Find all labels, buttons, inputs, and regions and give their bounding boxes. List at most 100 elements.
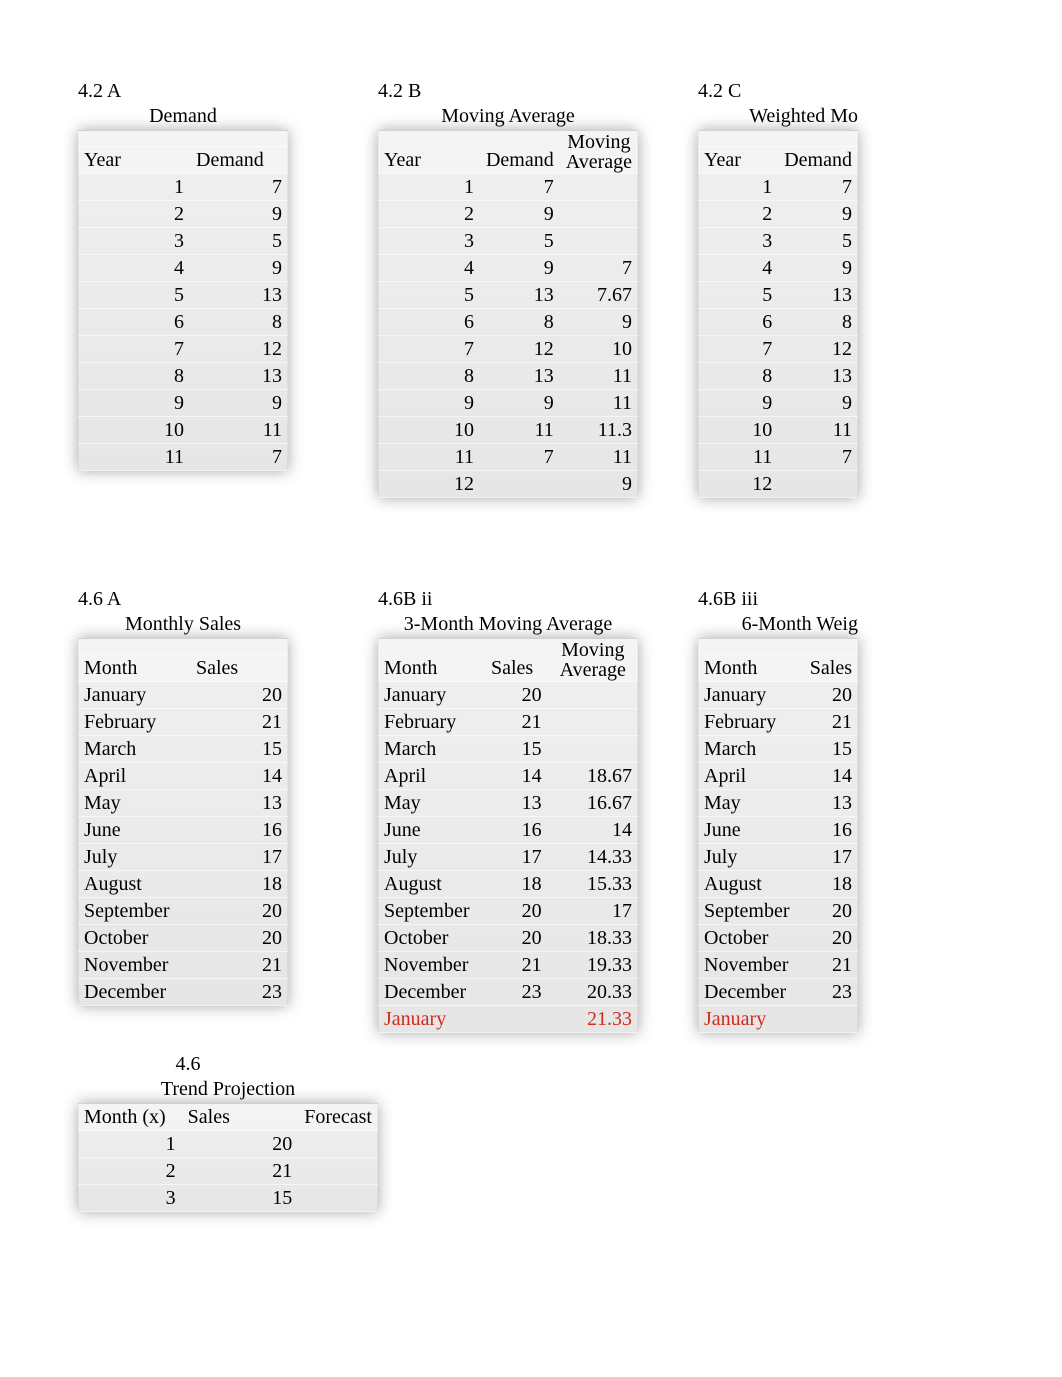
table-cell: December xyxy=(698,979,804,1006)
table-cell: 20 xyxy=(804,898,858,925)
table-row: 12 xyxy=(698,471,858,498)
table-row: 129 xyxy=(378,471,638,498)
table-cell: 19.33 xyxy=(548,952,638,979)
table-cell: 12 xyxy=(778,336,858,363)
table-cell: 9 xyxy=(778,255,858,282)
table-row: November21 xyxy=(698,952,858,979)
table-cell: June xyxy=(78,817,190,844)
table-cell: 6 xyxy=(78,309,190,336)
table-cell: 14 xyxy=(190,763,288,790)
table-row: 497 xyxy=(378,255,638,282)
table-row: 17 xyxy=(78,174,288,201)
table-row: May13 xyxy=(78,790,288,817)
table-cell: 11 xyxy=(778,417,858,444)
table-cell xyxy=(480,471,560,498)
col-ma: MovingAverage xyxy=(548,639,638,682)
table-cell: 21 xyxy=(182,1158,299,1185)
table-46trend: Month (x) Sales Forecast 120221315 xyxy=(78,1103,378,1212)
table-cell: November xyxy=(378,952,485,979)
table-cell: April xyxy=(378,763,485,790)
table-row: October20 xyxy=(78,925,288,952)
table-row: November2119.33 xyxy=(378,952,638,979)
table-row: February21 xyxy=(698,709,858,736)
table-cell: 9 xyxy=(778,390,858,417)
table-cell: 21 xyxy=(485,709,548,736)
table-cell xyxy=(298,1185,378,1212)
table-cell: 20 xyxy=(182,1131,299,1158)
table-row: June1614 xyxy=(378,817,638,844)
table-row: January21.33 xyxy=(378,1006,638,1033)
table-row: July1714.33 xyxy=(378,844,638,871)
table-row: 513 xyxy=(78,282,288,309)
table-cell: 10 xyxy=(78,417,190,444)
table-cell: 7.67 xyxy=(560,282,638,309)
table-cell: 13 xyxy=(190,282,288,309)
table-row: 99 xyxy=(78,390,288,417)
table-cell xyxy=(485,1006,548,1033)
table-cell: September xyxy=(698,898,804,925)
heading-46trend: 4.6 xyxy=(78,1053,298,1076)
table-cell: 8 xyxy=(78,363,190,390)
table-cell: 3 xyxy=(78,228,190,255)
table-row: 5137.67 xyxy=(378,282,638,309)
table-row: December2320.33 xyxy=(378,979,638,1006)
table-cell: 1 xyxy=(78,1131,182,1158)
title-46a: Monthly Sales xyxy=(78,613,288,636)
table-cell: 9 xyxy=(78,390,190,417)
table-cell: 14 xyxy=(548,817,638,844)
table-cell: 11.3 xyxy=(560,417,638,444)
table-row: 99 xyxy=(698,390,858,417)
table-row: August18 xyxy=(78,871,288,898)
title-42c: Weighted Mo xyxy=(698,105,862,128)
col-demand: Demand xyxy=(190,147,288,174)
table-row: 68 xyxy=(78,309,288,336)
table-cell: 9 xyxy=(190,255,288,282)
table-cell: 12 xyxy=(190,336,288,363)
table-row: February21 xyxy=(378,709,638,736)
table-cell: 13 xyxy=(485,790,548,817)
table-row: December23 xyxy=(78,979,288,1006)
table-cell: 5 xyxy=(698,282,778,309)
table-cell: 12 xyxy=(378,471,480,498)
table-cell: 13 xyxy=(778,363,858,390)
table-row: October2018.33 xyxy=(378,925,638,952)
title-46bii: 3-Month Moving Average xyxy=(378,613,638,636)
table-cell: 5 xyxy=(78,282,190,309)
table-cell: February xyxy=(378,709,485,736)
table-row: 315 xyxy=(78,1185,378,1212)
table-row: September2017 xyxy=(378,898,638,925)
table-cell: April xyxy=(698,763,804,790)
table-cell xyxy=(298,1131,378,1158)
table-cell: 2 xyxy=(78,201,190,228)
table-cell: February xyxy=(78,709,190,736)
table-cell: 5 xyxy=(778,228,858,255)
table-cell: 5 xyxy=(190,228,288,255)
table-cell: October xyxy=(378,925,485,952)
table-cell: 11 xyxy=(560,363,638,390)
table-row: October20 xyxy=(698,925,858,952)
table-cell: 9 xyxy=(378,390,480,417)
table-row: 35 xyxy=(78,228,288,255)
table-row: March15 xyxy=(698,736,858,763)
table-row: March15 xyxy=(78,736,288,763)
table-row: 221 xyxy=(78,1158,378,1185)
table-cell: 23 xyxy=(190,979,288,1006)
table-cell xyxy=(560,201,638,228)
table-row: 689 xyxy=(378,309,638,336)
table-row: 29 xyxy=(698,201,858,228)
table-cell: 16 xyxy=(804,817,858,844)
table-cell: 9 xyxy=(480,255,560,282)
table-cell: July xyxy=(78,844,190,871)
table-cell xyxy=(560,174,638,201)
table-row: 1011 xyxy=(698,417,858,444)
col-monthx: Month (x) xyxy=(78,1104,182,1131)
title-42b: Moving Average xyxy=(378,105,638,128)
table-cell xyxy=(560,228,638,255)
table-cell: 13 xyxy=(480,363,560,390)
table-cell: 21 xyxy=(190,952,288,979)
col-demand: Demand xyxy=(480,131,560,174)
table-cell: 10 xyxy=(560,336,638,363)
col-sales: Sales xyxy=(182,1104,299,1131)
table-cell: 11 xyxy=(698,444,778,471)
table-row: April14 xyxy=(698,763,858,790)
